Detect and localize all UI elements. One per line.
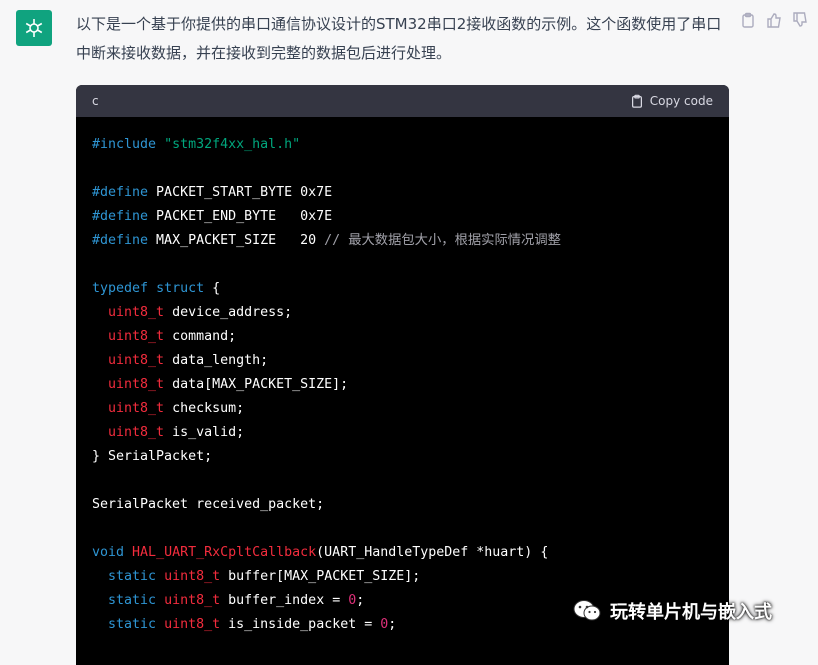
code-line: SerialPacket received_packet; (92, 493, 713, 517)
code-token: #define (92, 209, 149, 224)
code-line: } SerialPacket; (92, 445, 713, 469)
code-token: uint8_t (164, 569, 221, 584)
copy-code-label: Copy code (649, 94, 713, 108)
code-line: uint8_t command; (92, 325, 713, 349)
code-token: checksum; (164, 401, 245, 416)
code-token: data_length; (164, 353, 269, 368)
clipboard-icon[interactable] (740, 12, 756, 28)
code-token: ; (356, 593, 365, 608)
code-token: uint8_t (108, 353, 165, 368)
copy-icon (631, 94, 642, 108)
code-token: (UART_HandleTypeDef *huart) { (316, 545, 549, 560)
assistant-message: 以下是一个基于你提供的串口通信协议设计的STM32串口2接收函数的示例。这个函数… (76, 15, 722, 62)
code-token: command; (164, 329, 237, 344)
code-line: #include "stm32f4xx_hal.h" (92, 133, 713, 157)
code-line: typedef struct { (92, 277, 713, 301)
code-token: is_inside_packet = (220, 617, 381, 632)
code-token: ; (388, 617, 397, 632)
code-line: uint8_t is_valid; (92, 421, 713, 445)
code-line: #define MAX_PACKET_SIZE 20 // 最大数据包大小，根据… (92, 229, 713, 253)
message-actions (740, 12, 808, 28)
code-token: device_address; (164, 305, 293, 320)
code-block: c Copy code #include "stm32f4xx_hal.h" #d… (76, 85, 729, 665)
code-line: uint8_t device_address; (92, 301, 713, 325)
code-line: uint8_t data_length; (92, 349, 713, 373)
code-token: void (92, 545, 125, 560)
code-token: } SerialPacket; (92, 449, 213, 464)
code-token: typedef (92, 281, 149, 296)
watermark-text: 玩转单片机与嵌入式 (610, 602, 772, 623)
openai-logo-icon (25, 19, 43, 37)
code-token: uint8_t (164, 617, 221, 632)
code-token: // 最大数据包大小，根据实际情况调整 (324, 233, 561, 248)
code-token: #define (92, 233, 149, 248)
code-token: static (108, 593, 157, 608)
assistant-avatar (16, 10, 52, 46)
code-token: buffer[MAX_PACKET_SIZE]; (220, 569, 421, 584)
code-line: #define PACKET_START_BYTE 0x7E (92, 181, 713, 205)
code-token: uint8_t (108, 329, 165, 344)
thumbs-down-icon[interactable] (792, 12, 808, 28)
code-token: PACKET_START_BYTE 0x7E (148, 185, 333, 200)
code-token: static (108, 617, 157, 632)
code-line: uint8_t checksum; (92, 397, 713, 421)
code-token: "stm32f4xx_hal.h" (164, 137, 301, 152)
thumbs-up-icon[interactable] (766, 12, 782, 28)
code-content: #include "stm32f4xx_hal.h" #define PACKET… (76, 117, 729, 653)
code-token: { (204, 281, 221, 296)
code-token: HAL_UART_RxCpltCallback (132, 545, 317, 560)
watermark: 玩转单片机与嵌入式 (572, 598, 772, 624)
code-token: uint8_t (164, 593, 221, 608)
code-line: uint8_t data[MAX_PACKET_SIZE]; (92, 373, 713, 397)
code-token: SerialPacket received_packet; (92, 497, 325, 512)
code-line: void HAL_UART_RxCpltCallback(UART_Handle… (92, 541, 713, 565)
code-token: struct (156, 281, 205, 296)
wechat-icon (573, 600, 601, 621)
code-token: uint8_t (108, 305, 165, 320)
code-language: c (92, 94, 99, 108)
code-token: is_valid; (164, 425, 245, 440)
code-token: uint8_t (108, 377, 165, 392)
code-header: c Copy code (76, 85, 729, 117)
copy-code-button[interactable]: Copy code (630, 94, 713, 108)
code-line: #define PACKET_END_BYTE 0x7E (92, 205, 713, 229)
code-token: MAX_PACKET_SIZE 20 (148, 233, 325, 248)
code-token: PACKET_END_BYTE 0x7E (148, 209, 333, 224)
code-token: static (108, 569, 157, 584)
code-token: buffer_index = (220, 593, 349, 608)
code-token: data[MAX_PACKET_SIZE]; (164, 377, 349, 392)
code-token: #define (92, 185, 149, 200)
code-token: uint8_t (108, 401, 165, 416)
code-token: #include (92, 137, 165, 152)
code-token: uint8_t (108, 425, 165, 440)
code-line: static uint8_t buffer[MAX_PACKET_SIZE]; (92, 565, 713, 589)
